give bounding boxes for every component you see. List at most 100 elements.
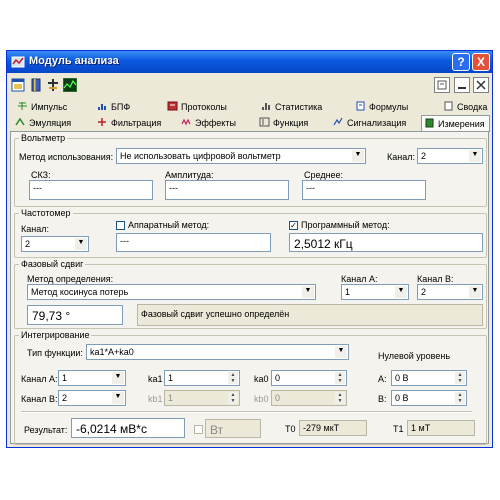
tab-signaling[interactable]: Сигнализация [333, 116, 406, 131]
spinner-icon[interactable]: ▲ ▼ [455, 392, 465, 404]
spinner-icon[interactable]: ▲ ▼ [228, 372, 238, 384]
statistics-icon [262, 103, 270, 110]
t0-value: -279 мкТ [299, 420, 367, 436]
select-value: ka1*A+ka0 [90, 347, 134, 357]
tab-measurements[interactable]: Измерения [421, 115, 490, 132]
close-panel-icon[interactable] [473, 77, 489, 93]
filtering-icon [98, 118, 106, 126]
tab-protocols[interactable]: Протоколы [167, 100, 227, 115]
title-bar[interactable]: Модуль анализа ? X [7, 51, 492, 73]
input-value: 0 В [395, 373, 409, 383]
zero-a-input[interactable]: 0 В ▲ ▼ [391, 370, 467, 386]
zero-b-input[interactable]: 0 В ▲ ▼ [391, 390, 467, 406]
tab-formulas[interactable]: Формулы [355, 100, 408, 115]
toolbar [7, 73, 492, 99]
print-icon[interactable] [434, 77, 450, 93]
tab-label: Статистика [275, 102, 323, 112]
integr-chA-select[interactable]: 1 ▼ [58, 370, 126, 386]
tab-label: Формулы [369, 102, 409, 112]
t1-label: T1 [393, 424, 404, 434]
impulse-icon [18, 102, 27, 110]
phase-chA-select[interactable]: 1 ▼ [341, 284, 409, 300]
integr-chA-label: Канал A: [21, 374, 58, 384]
voltmeter-method-select[interactable]: Не использовать цифровой вольтметр ▼ [116, 148, 366, 164]
chevron-down-icon[interactable]: ▼ [75, 238, 87, 250]
chevron-down-icon[interactable]: ▼ [352, 150, 364, 162]
freq-channel-select[interactable]: 2 ▼ [21, 236, 89, 252]
chevron-down-icon[interactable]: ▼ [112, 372, 124, 384]
chevron-down-icon[interactable]: ▼ [395, 286, 407, 298]
tab-row-1: Импульс БПФ Протоколы Статистика Формулы… [11, 100, 488, 116]
unit-value: Вт [205, 419, 261, 438]
book-icon[interactable] [29, 78, 43, 92]
tab-label: Эффекты [195, 118, 236, 128]
zero-b-label: B: [378, 394, 387, 404]
chevron-down-icon[interactable]: ▼ [469, 150, 481, 162]
phase-method-select[interactable]: Метод косинуса потерь ▼ [27, 284, 316, 300]
spinner-icon[interactable]: ▲ ▼ [455, 372, 465, 384]
tool-icon[interactable] [46, 78, 60, 92]
chevron-down-icon[interactable]: ▼ [112, 392, 124, 404]
chart-icon[interactable] [63, 78, 77, 92]
unit-checkbox[interactable] [194, 425, 203, 434]
spinner-icon[interactable]: ▲ ▼ [335, 392, 345, 404]
measurements-panel: Вольтметр Метод использования: Не исполь… [10, 131, 489, 445]
result-value: -6,0214 мВ*с [71, 418, 185, 438]
select-value: Метод косинуса потерь [31, 287, 129, 297]
spinner-icon[interactable]: ▲ ▼ [335, 372, 345, 384]
spinner-icon[interactable]: ▲ ▼ [228, 392, 238, 404]
close-button[interactable]: X [472, 53, 490, 71]
fft-icon [98, 104, 106, 110]
ka0-input[interactable]: 0 ▲ ▼ [271, 370, 347, 386]
select-value: 2 [421, 151, 427, 161]
tab-summary[interactable]: Сводка [443, 100, 487, 115]
chevron-down-icon[interactable]: ▼ [335, 346, 347, 358]
integration-group: Интегрирование Тип функции: ka1*A+ka0 ▼ … [14, 330, 487, 445]
select-value: Не использовать цифровой вольтметр [120, 151, 281, 161]
tab-filtering[interactable]: Фильтрация [97, 116, 161, 131]
rms-label: СКЗ: [31, 170, 51, 180]
input-value: 1 [168, 393, 174, 403]
kb1-input[interactable]: 1 ▲ ▼ [164, 390, 240, 406]
software-method-checkbox[interactable]: ✓ [289, 221, 298, 230]
phase-result: 79,73 ° [27, 305, 123, 325]
tab-fft[interactable]: БПФ [97, 100, 130, 115]
zero-level-label: Нулевой уровень [378, 351, 451, 361]
frequency-group: Частотомер Канал: 2 ▼ Аппаратный метод: … [14, 208, 487, 258]
tab-label: Сводка [457, 102, 488, 112]
tab-effects[interactable]: Эффекты [181, 116, 236, 131]
tab-function[interactable]: Функция [259, 116, 308, 131]
hardware-method-checkbox[interactable] [116, 221, 125, 230]
software-method-label: Программный метод: [301, 220, 390, 230]
phase-chB-select[interactable]: 2 ▼ [417, 284, 483, 300]
freq-channel-label: Канал: [21, 224, 49, 234]
phase-method-label: Метод определения: [27, 274, 114, 284]
tab-statistics[interactable]: Статистика [261, 100, 322, 115]
hardware-method-value: --- [116, 233, 271, 252]
function-type-label: Тип функции: [27, 348, 83, 358]
function-type-select[interactable]: ka1*A+ka0 ▼ [86, 344, 349, 360]
minimize-icon[interactable] [454, 77, 470, 93]
amplitude-label: Амплитуда: [165, 170, 214, 180]
chevron-down-icon[interactable]: ▼ [302, 286, 314, 298]
tab-emulation[interactable]: Эмуляция [15, 116, 71, 131]
integr-chB-select[interactable]: 2 ▼ [58, 390, 126, 406]
emulation-icon [15, 117, 25, 126]
integr-chB-label: Канал B: [21, 394, 58, 404]
tab-label: Сигнализация [347, 118, 407, 128]
chevron-down-icon[interactable]: ▼ [469, 286, 481, 298]
window-icon[interactable] [11, 78, 25, 92]
voltmeter-channel-select[interactable]: 2 ▼ [417, 148, 483, 164]
ka0-label: ka0 [254, 374, 269, 384]
tab-label: Измерения [438, 119, 485, 129]
signaling-icon [333, 117, 343, 126]
help-button[interactable]: ? [452, 53, 470, 71]
tab-label: Фильтрация [111, 118, 162, 128]
ka1-input[interactable]: 1 ▲ ▼ [164, 370, 240, 386]
tab-impulse[interactable]: Импульс [17, 100, 67, 115]
voltmeter-group: Вольтметр Метод использования: Не исполь… [14, 133, 487, 207]
summary-icon [444, 101, 453, 111]
measurements-icon [425, 118, 434, 128]
kb0-input[interactable]: 0 ▲ ▼ [271, 390, 347, 406]
integration-title: Интегрирование [19, 330, 92, 340]
